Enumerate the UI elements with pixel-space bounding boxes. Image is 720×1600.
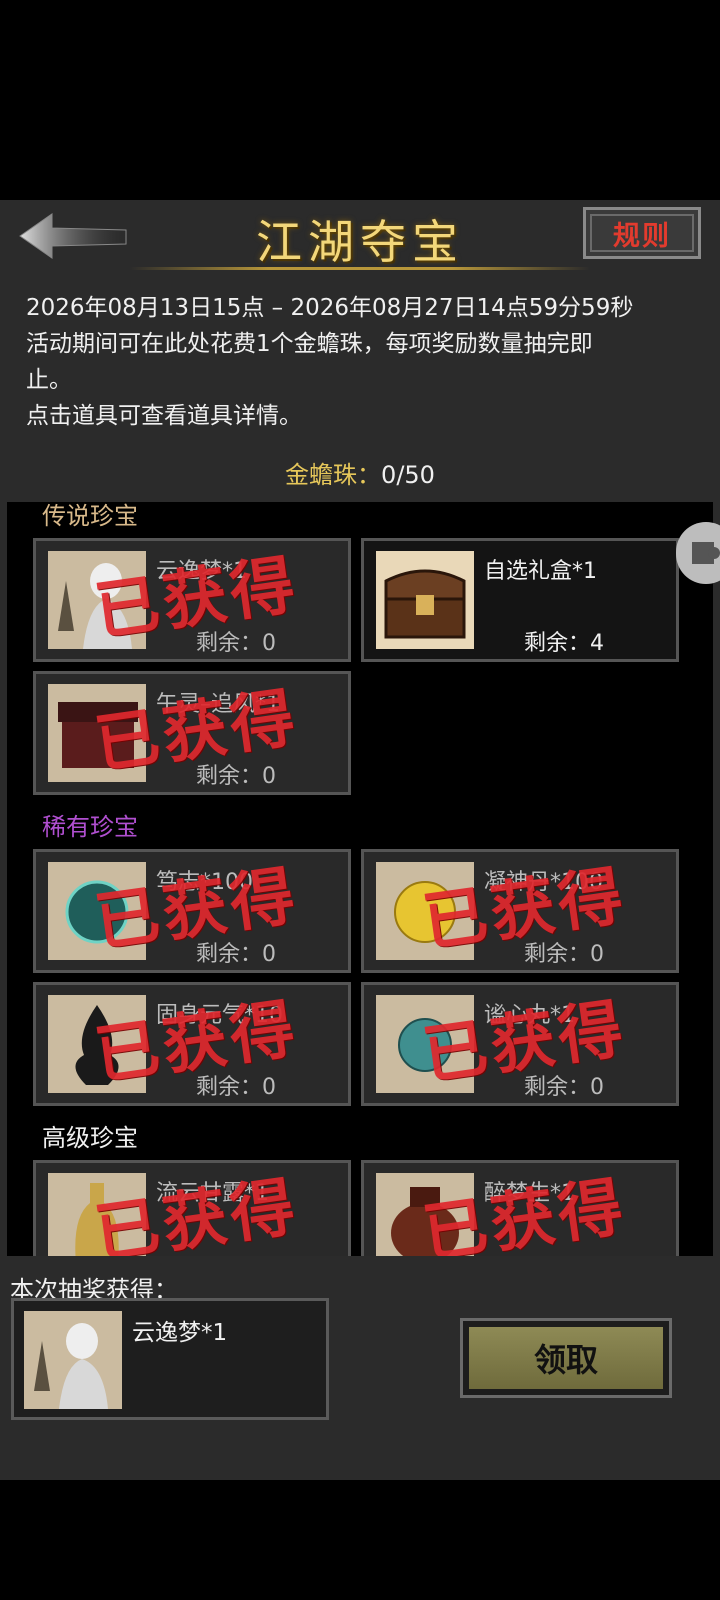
claim-button-label: 领取 xyxy=(469,1327,663,1389)
draw-result-card[interactable]: 云逸梦*1 xyxy=(11,1298,329,1420)
treasure-chest-icon xyxy=(376,551,474,649)
reward-card[interactable]: 笃志*100 剩余：0 已获得 xyxy=(33,849,351,973)
currency-label: 金蟾珠： xyxy=(285,461,382,489)
side-tab[interactable] xyxy=(676,522,720,584)
puzzle-icon xyxy=(692,542,720,564)
currency-value: 0/50 xyxy=(381,461,435,489)
event-rule-text: 活动期间可在此处花费1个金蟾珠，每项奖励数量抽完即 xyxy=(26,331,593,357)
reward-card[interactable]: 云逸梦*1 剩余：0 已获得 xyxy=(33,538,351,662)
reward-list[interactable]: 传说珍宝 云逸梦*1 剩余：0 已获得 自选礼盒*1 剩余：4 午灵–追风*1 … xyxy=(7,502,713,1256)
draw-result-item-name: 云逸梦*1 xyxy=(132,1320,228,1346)
section-title-legendary: 传说珍宝 xyxy=(42,502,138,530)
reward-card[interactable]: 固身元气*10 剩余：0 已获得 xyxy=(33,982,351,1106)
event-description: 2026年08月13日15点 – 2026年08月27日14点59分59秒 活动… xyxy=(26,290,702,434)
reward-card[interactable]: 自选礼盒*1 剩余：4 xyxy=(361,538,679,662)
event-period: 2026年08月13日15点 – 2026年08月27日14点59分59秒 xyxy=(26,295,634,321)
claimed-stamp: 已获得 xyxy=(418,1169,631,1256)
claimed-stamp: 已获得 xyxy=(90,1169,303,1256)
event-hint: 点击道具可查看道具详情。 xyxy=(26,403,302,429)
reward-card[interactable]: 凝神丹*100 剩余：0 已获得 xyxy=(361,849,679,973)
claim-button[interactable]: 领取 xyxy=(460,1318,672,1398)
item-name: 自选礼盒*1 xyxy=(484,559,597,584)
section-title-advanced: 高级珍宝 xyxy=(42,1124,138,1152)
reward-card[interactable]: 午灵–追风*1 剩余：0 已获得 xyxy=(33,671,351,795)
item-remain: 剩余：4 xyxy=(524,631,604,656)
title-divider xyxy=(130,267,590,270)
reward-card[interactable]: 谧心丸*1 剩余：0 已获得 xyxy=(361,982,679,1106)
portrait-icon xyxy=(24,1311,122,1409)
reward-card[interactable]: 流云甘露*1 已获得 xyxy=(33,1160,351,1256)
reward-card[interactable]: 醉梦生*1 已获得 xyxy=(361,1160,679,1256)
rules-button[interactable]: 规则 xyxy=(583,207,701,259)
event-rule-text-cont: 止。 xyxy=(26,367,72,393)
currency-display: 金蟾珠：0/50 xyxy=(0,455,720,490)
rules-label: 规则 xyxy=(613,220,671,252)
section-title-rare: 稀有珍宝 xyxy=(42,813,138,841)
